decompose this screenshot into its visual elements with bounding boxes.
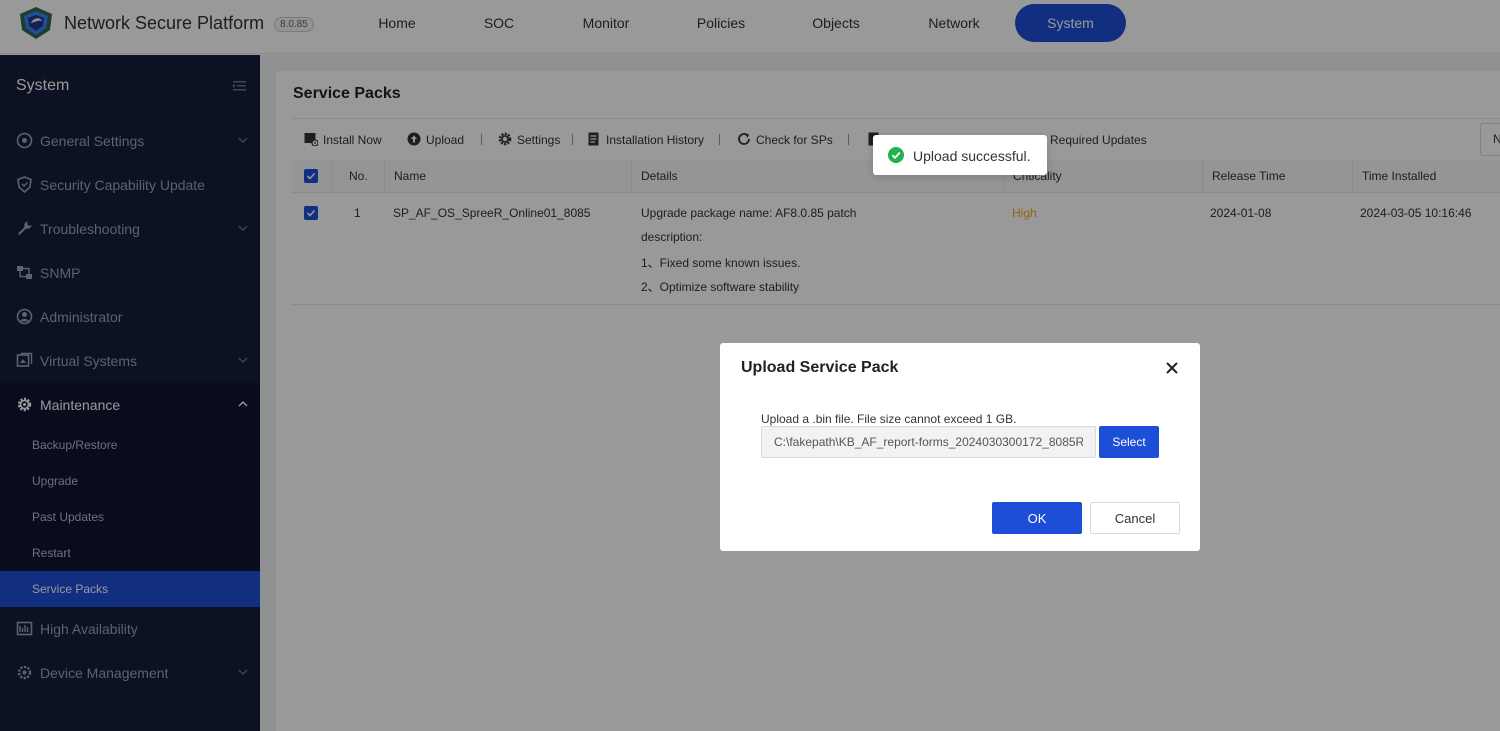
dialog-title: Upload Service Pack xyxy=(741,359,899,376)
close-icon[interactable] xyxy=(1165,361,1179,375)
select-file-button[interactable]: Select xyxy=(1099,426,1159,458)
success-toast: Upload successful. xyxy=(873,135,1047,175)
upload-hint: Upload a .bin file. File size cannot exc… xyxy=(761,412,1017,426)
cancel-button[interactable]: Cancel xyxy=(1090,502,1180,534)
file-path-input[interactable] xyxy=(761,426,1096,458)
upload-service-pack-dialog: Upload Service Pack Upload a .bin file. … xyxy=(720,343,1200,551)
success-check-icon xyxy=(888,147,904,163)
toast-message: Upload successful. xyxy=(913,148,1031,164)
ok-button[interactable]: OK xyxy=(992,502,1082,534)
